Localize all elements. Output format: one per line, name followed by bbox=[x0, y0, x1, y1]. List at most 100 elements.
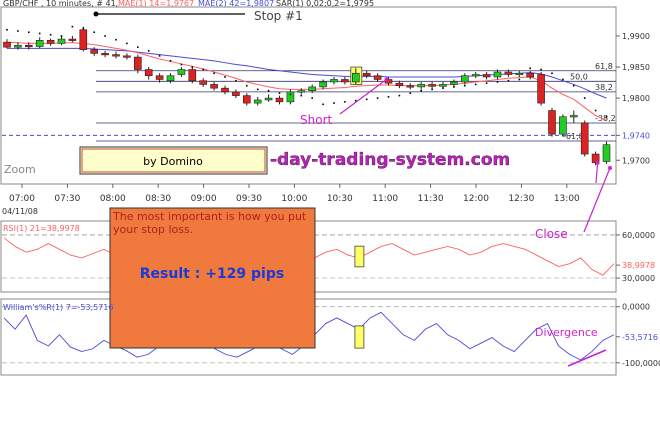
close-arrow-head bbox=[595, 160, 600, 165]
candle-body bbox=[253, 99, 262, 104]
time-tick-label: 13:00 bbox=[554, 194, 580, 204]
time-tick-label: 07:30 bbox=[54, 194, 80, 204]
candle-body bbox=[351, 72, 360, 83]
sar-dot bbox=[387, 96, 390, 98]
sar-dot bbox=[104, 35, 106, 37]
candle-body bbox=[144, 69, 153, 77]
sar-dot bbox=[213, 72, 215, 75]
candle-body bbox=[308, 86, 317, 91]
candle-body bbox=[46, 40, 55, 44]
candle-body bbox=[602, 144, 611, 162]
sar-dot bbox=[17, 30, 19, 32]
candle-body bbox=[569, 115, 578, 118]
price-tick-label: 1,9800 bbox=[622, 94, 650, 103]
rsi-tick-label: 60,0000 bbox=[622, 231, 655, 240]
price-tick-label: 1,9700 bbox=[622, 156, 650, 165]
candle-body bbox=[482, 74, 491, 78]
candle-body bbox=[341, 79, 349, 83]
header-sar: SAR(1) 0,02;0,2=1,9795 bbox=[276, 0, 374, 8]
candle-body bbox=[330, 79, 338, 83]
candle-body bbox=[210, 84, 218, 89]
sar-dot bbox=[235, 79, 237, 82]
price-tick-label: 1,9740 bbox=[622, 131, 650, 140]
sar-dot bbox=[6, 28, 8, 31]
sar-dot bbox=[573, 84, 575, 87]
sar-dot bbox=[246, 84, 248, 87]
sar-dot bbox=[376, 97, 379, 99]
sar-dot bbox=[191, 66, 194, 68]
candle-body bbox=[79, 29, 88, 50]
candle-body bbox=[428, 84, 436, 87]
candle-body bbox=[232, 91, 240, 96]
rsi-tick-label: 38,9978 bbox=[622, 261, 655, 270]
sar-dot bbox=[311, 97, 313, 99]
candle-body bbox=[243, 95, 251, 104]
zoom-label[interactable]: Zoom bbox=[4, 163, 36, 176]
divergence-label: Divergence bbox=[535, 326, 598, 339]
header-mae1: MAE(1) 14=1,9767 bbox=[118, 0, 194, 8]
sar-dot bbox=[562, 78, 564, 81]
stop-dot bbox=[93, 11, 99, 17]
sar-dot bbox=[115, 38, 117, 41]
time-tick-label: 09:00 bbox=[191, 194, 217, 204]
sar-dot bbox=[93, 31, 95, 34]
candle-body bbox=[526, 72, 535, 78]
candle-body bbox=[275, 97, 284, 103]
candle-body bbox=[417, 84, 426, 88]
candle-body bbox=[559, 116, 567, 135]
date-label: 04/11/08 bbox=[2, 207, 38, 216]
time-tick-label: 09:30 bbox=[236, 194, 262, 204]
sar-dot bbox=[420, 89, 422, 92]
sar-dot bbox=[158, 55, 161, 57]
candle-body bbox=[155, 75, 164, 80]
candle-body bbox=[504, 71, 513, 75]
sar-dot bbox=[485, 82, 488, 84]
sar-dot bbox=[507, 79, 510, 82]
price-tick-label: 1,9850 bbox=[622, 63, 650, 72]
candle-body bbox=[373, 75, 382, 80]
time-tick-label: 12:30 bbox=[508, 194, 534, 204]
time-tick-label: 10:00 bbox=[281, 194, 307, 204]
candle-body bbox=[14, 44, 22, 48]
sar-dot bbox=[529, 67, 531, 70]
candle-body bbox=[439, 84, 447, 87]
candle-body bbox=[101, 53, 109, 56]
candle-body bbox=[493, 71, 502, 78]
sar-dot bbox=[474, 83, 477, 86]
fib-label: -38,2 bbox=[595, 114, 616, 123]
sar-dot bbox=[126, 42, 128, 45]
stop-label: Stop #1 bbox=[254, 9, 303, 23]
sar-dot bbox=[431, 88, 433, 91]
sar-dot bbox=[202, 68, 204, 71]
sar-dot bbox=[605, 115, 608, 118]
candle-body bbox=[297, 90, 306, 93]
sar-dot bbox=[180, 63, 183, 66]
candle-body bbox=[580, 122, 589, 155]
candle-body bbox=[134, 56, 142, 70]
sar-dot bbox=[289, 93, 292, 96]
time-tick-label: 11:30 bbox=[418, 194, 444, 204]
sar-dot bbox=[49, 33, 52, 36]
header-symbol: GBP/CHF , 10 minutes, # 41, bbox=[3, 0, 118, 8]
candle-body bbox=[123, 55, 131, 58]
rsi-title: RSI(1) 21=38,9978 bbox=[3, 224, 80, 233]
sar-dot bbox=[333, 102, 335, 104]
sar-dot bbox=[540, 68, 542, 71]
sar-dot bbox=[147, 50, 150, 52]
time-tick-label: 10:30 bbox=[327, 194, 353, 204]
sar-dot bbox=[365, 98, 368, 101]
sar-dot bbox=[464, 84, 466, 87]
watermark-text: -day-trading-system.com bbox=[270, 150, 510, 170]
rsi-highlight-box bbox=[354, 245, 365, 268]
sar-dot bbox=[583, 97, 586, 99]
short-arrow-head bbox=[384, 77, 389, 82]
candle-body bbox=[548, 110, 556, 135]
time-tick-label: 08:00 bbox=[100, 194, 126, 204]
time-tick-label: 11:00 bbox=[372, 194, 398, 204]
williams-tick-label: 0,0000 bbox=[622, 303, 650, 312]
sar-dot bbox=[60, 35, 63, 37]
fib-label: 61,8 bbox=[595, 62, 613, 71]
williams-title: William's%R(1) 7=-53,5716 bbox=[3, 303, 113, 312]
sar-dot bbox=[278, 92, 281, 94]
sar-dot bbox=[398, 94, 401, 97]
